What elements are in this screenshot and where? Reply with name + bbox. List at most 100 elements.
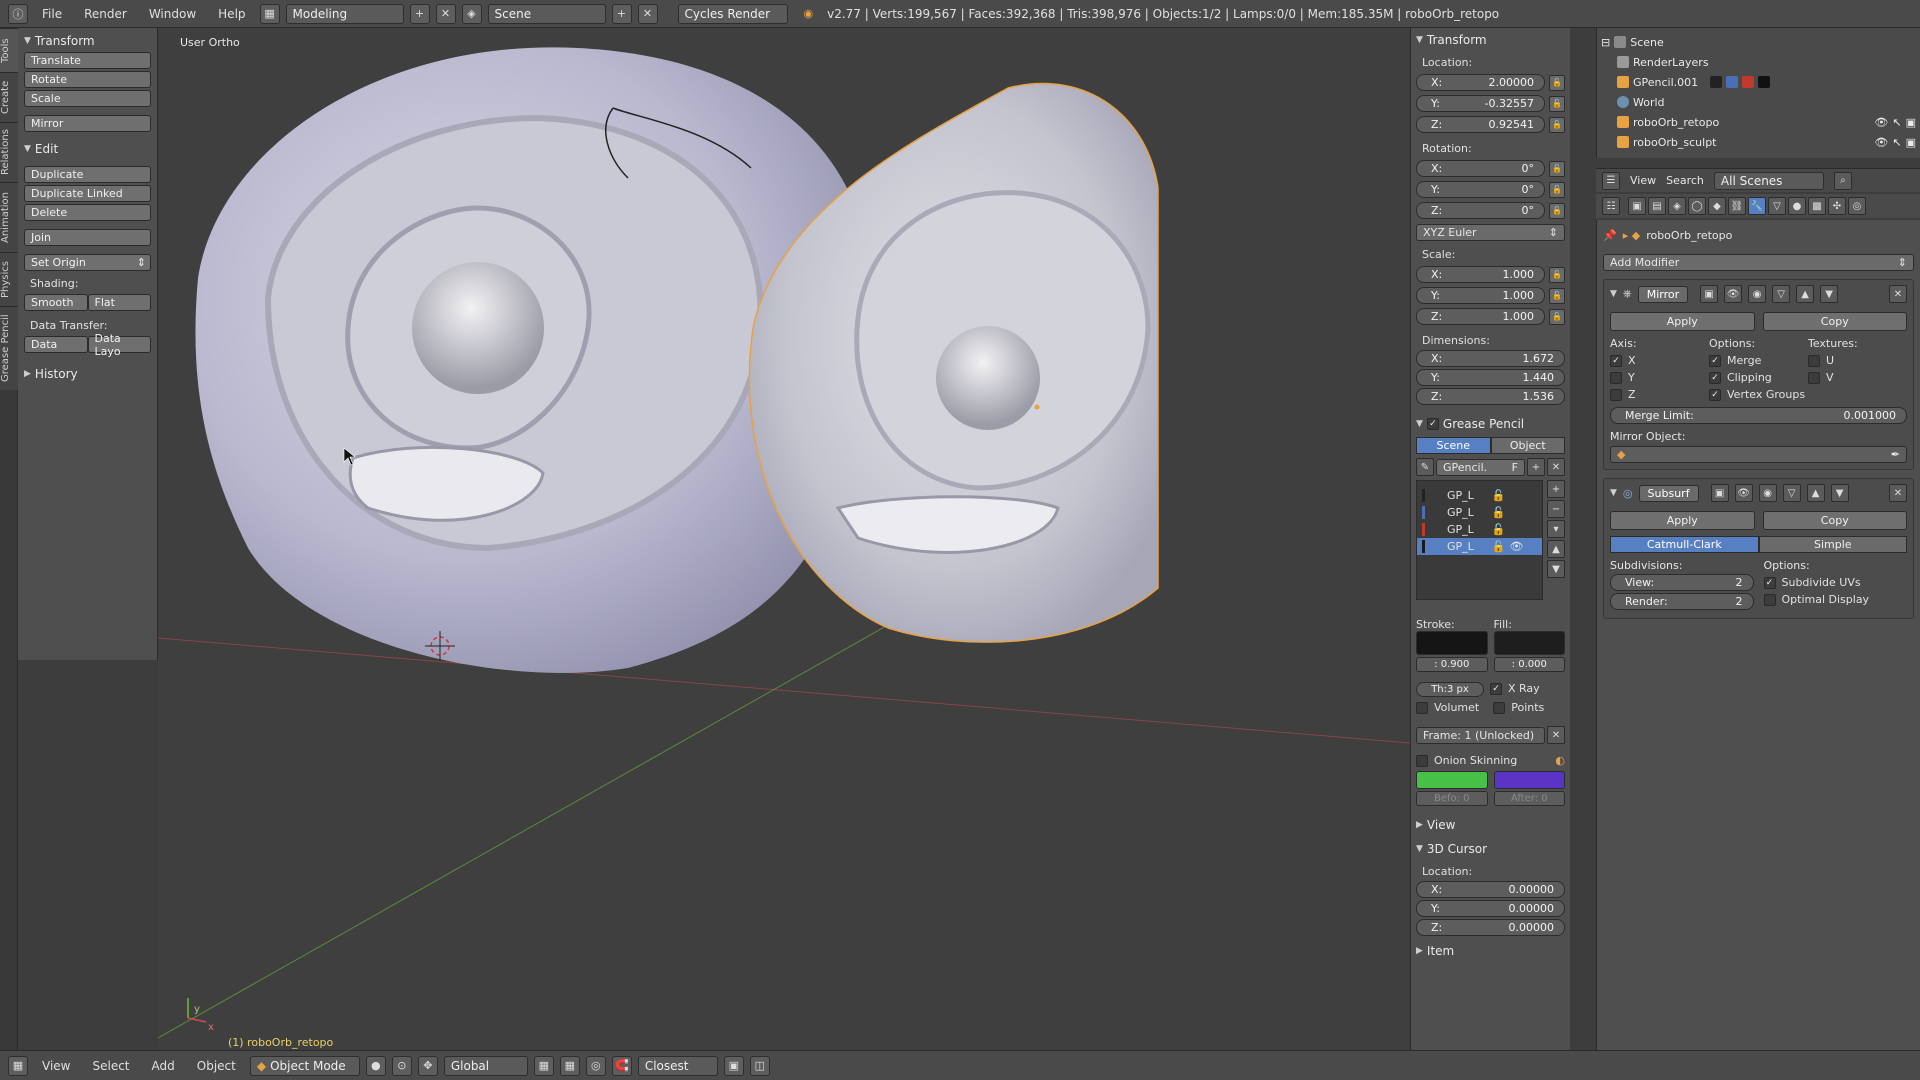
close-icon[interactable]: ✕ (1547, 458, 1565, 476)
outliner-item-roborb-retopo[interactable]: roboOrb_retopo 👁 ↖ ▣ (1601, 112, 1916, 132)
scene-selector[interactable]: Scene (487, 3, 606, 24)
list-item[interactable]: GP_L 🔓 (1417, 521, 1542, 538)
move-down-icon[interactable]: ▼ (1820, 285, 1839, 303)
render-toggle-icon[interactable]: ▣ (1710, 484, 1729, 502)
stroke-opacity-field[interactable]: : 0.900 (1416, 657, 1488, 672)
apply-button[interactable]: Apply (1610, 312, 1755, 331)
lock-icon[interactable]: 🔓 (1492, 540, 1506, 553)
eyedropper-icon[interactable]: ✒ (1891, 448, 1900, 461)
texture-tab-icon[interactable]: ▩ (1808, 197, 1826, 215)
texture-u-checkbox[interactable] (1808, 354, 1820, 367)
merge-limit-field[interactable]: Merge Limit: 0.001000 (1610, 407, 1907, 424)
pivot-icon[interactable]: ⊙ (391, 1055, 412, 1076)
thickness-field[interactable]: Th:3 px (1416, 682, 1484, 697)
viewport-toggle-icon[interactable]: 👁 (1734, 484, 1753, 502)
lock-icon[interactable]: 🔓 (1549, 202, 1565, 219)
add-icon[interactable]: + (1527, 458, 1545, 476)
duplicate-linked-button[interactable]: Duplicate Linked (24, 185, 151, 202)
apply-button[interactable]: Apply (1610, 511, 1755, 530)
gp-object-tab[interactable]: Object (1490, 437, 1565, 454)
grease-pencil-checkbox[interactable]: ✓ (1426, 418, 1439, 430)
render-levels-field[interactable]: Render: 2 (1610, 593, 1754, 610)
eye-icon[interactable]: 👁 (1874, 116, 1888, 129)
proportional-edit-icon[interactable]: ◎ (585, 1055, 606, 1076)
add-modifier-dropdown[interactable]: Add Modifier ⇕ (1603, 254, 1914, 271)
3d-cursor-panel-header[interactable]: ▼ 3D Cursor (1416, 840, 1565, 858)
edit-panel-header[interactable]: ▼ Edit (24, 140, 151, 158)
move-up-icon[interactable]: ▲ (1806, 484, 1825, 502)
clipping-checkbox[interactable]: ✓ (1709, 371, 1721, 384)
cursor-z-field[interactable]: Z: 0.00000 (1416, 919, 1565, 936)
smooth-button[interactable]: Smooth (24, 294, 88, 311)
list-item[interactable]: GP_L 🔓 (1417, 487, 1542, 504)
points-checkbox[interactable] (1493, 701, 1506, 714)
render-engine-selector[interactable]: Cycles Render (677, 3, 788, 24)
xray-checkbox[interactable]: ✓ (1490, 682, 1502, 695)
lock-icon[interactable]: 🔓 (1549, 287, 1565, 304)
layout-selector[interactable]: Modeling (285, 3, 404, 24)
layout-icon[interactable]: ▦ (259, 3, 280, 24)
location-y-field[interactable]: Y: -0.32557 (1416, 95, 1545, 112)
outliner-item-world[interactable]: World (1601, 92, 1916, 112)
delete-button[interactable]: Delete (24, 204, 151, 221)
join-button[interactable]: Join (24, 229, 151, 246)
vertex-groups-checkbox[interactable]: ✓ (1709, 388, 1721, 401)
menu-window[interactable]: Window (141, 7, 204, 21)
mode-dropdown[interactable]: ◆ Object Mode (249, 1055, 360, 1076)
lock-icon[interactable]: 🔓 (1549, 116, 1565, 133)
eye-icon[interactable]: 👁 (1874, 136, 1888, 149)
menu-render[interactable]: Render (76, 7, 135, 21)
onion-after-color[interactable] (1493, 771, 1565, 789)
3d-viewport[interactable]: User Ortho y x (1) roboOrb_retopo (158, 28, 1410, 1050)
menu-file[interactable]: File (34, 7, 70, 21)
particles-tab-icon[interactable]: ✣ (1828, 197, 1846, 215)
fake-user-toggle[interactable]: F (1512, 461, 1518, 474)
list-item[interactable]: GP_L 🔓 👁 (1417, 538, 1542, 555)
menu-view[interactable]: View (34, 1059, 78, 1073)
copy-button[interactable]: Copy (1762, 312, 1907, 331)
camera-icon[interactable]: ▣ (1906, 116, 1916, 129)
volumetric-checkbox[interactable] (1416, 701, 1428, 714)
remove-scene-icon[interactable]: ✕ (637, 3, 658, 24)
add-layer-icon[interactable]: + (1547, 480, 1565, 498)
merge-checkbox[interactable]: ✓ (1709, 354, 1721, 367)
editmode-toggle-icon[interactable]: ◉ (1758, 484, 1777, 502)
display-mode-dropdown[interactable]: All Scenes (1713, 171, 1824, 190)
manipulator-icon[interactable]: ✥ (417, 1055, 438, 1076)
flat-button[interactable]: Flat (87, 294, 151, 311)
scale-z-field[interactable]: Z: 1.000 (1416, 308, 1545, 325)
render-tab-icon[interactable]: ▣ (1628, 197, 1646, 215)
onion-before-field[interactable]: Befo: 0 (1416, 791, 1488, 806)
duplicate-button[interactable]: Duplicate (24, 166, 151, 183)
render-icon[interactable]: ▣ (723, 1055, 744, 1076)
outliner-view-menu[interactable]: View (1630, 174, 1656, 187)
layers-icon[interactable]: ▦ (533, 1055, 554, 1076)
move-up-icon[interactable]: ▲ (1547, 540, 1565, 558)
remove-layout-icon[interactable]: ✕ (435, 3, 456, 24)
tab-animation[interactable]: Animation (0, 182, 18, 252)
tab-relations[interactable]: Relations (0, 122, 18, 182)
object-tab-icon[interactable]: ◆ (1708, 197, 1726, 215)
mirror-button[interactable]: Mirror (24, 115, 151, 132)
constraints-tab-icon[interactable]: ⛓ (1728, 197, 1746, 215)
axis-x-checkbox[interactable]: ✓ (1610, 354, 1622, 367)
modifier-name-field[interactable]: Mirror (1637, 285, 1689, 303)
lock-icon[interactable]: 🔓 (1492, 523, 1506, 536)
outliner-item-renderlayers[interactable]: RenderLayers (1601, 52, 1916, 72)
scene-tab-icon[interactable]: ◈ (1668, 197, 1686, 215)
lock-icon[interactable]: 🔓 (1492, 489, 1506, 502)
fill-opacity-field[interactable]: : 0.000 (1493, 657, 1565, 672)
gp-layer-list[interactable]: GP_L 🔓 GP_L 🔓 GP_L 🔓 GP_L 🔓 👁 (1416, 480, 1543, 600)
onion-before-color[interactable] (1416, 771, 1488, 789)
frame-field[interactable]: Frame: 1 (Unlocked) (1416, 726, 1545, 744)
lock-icon[interactable]: 🔓 (1492, 506, 1506, 519)
viewport-toggle-icon[interactable]: 👁 (1724, 285, 1743, 303)
snap-target-dropdown[interactable]: Closest (637, 1055, 718, 1076)
lock-icon[interactable]: 🔓 (1549, 181, 1565, 198)
close-icon[interactable]: ✕ (1889, 484, 1907, 502)
catmull-clark-tab[interactable]: Catmull-Clark (1610, 536, 1759, 553)
scale-y-field[interactable]: Y: 1.000 (1416, 287, 1545, 304)
location-z-field[interactable]: Z: 0.92541 (1416, 116, 1545, 133)
shading-icon[interactable]: ● (365, 1055, 386, 1076)
cursor-x-field[interactable]: X: 0.00000 (1416, 881, 1565, 898)
